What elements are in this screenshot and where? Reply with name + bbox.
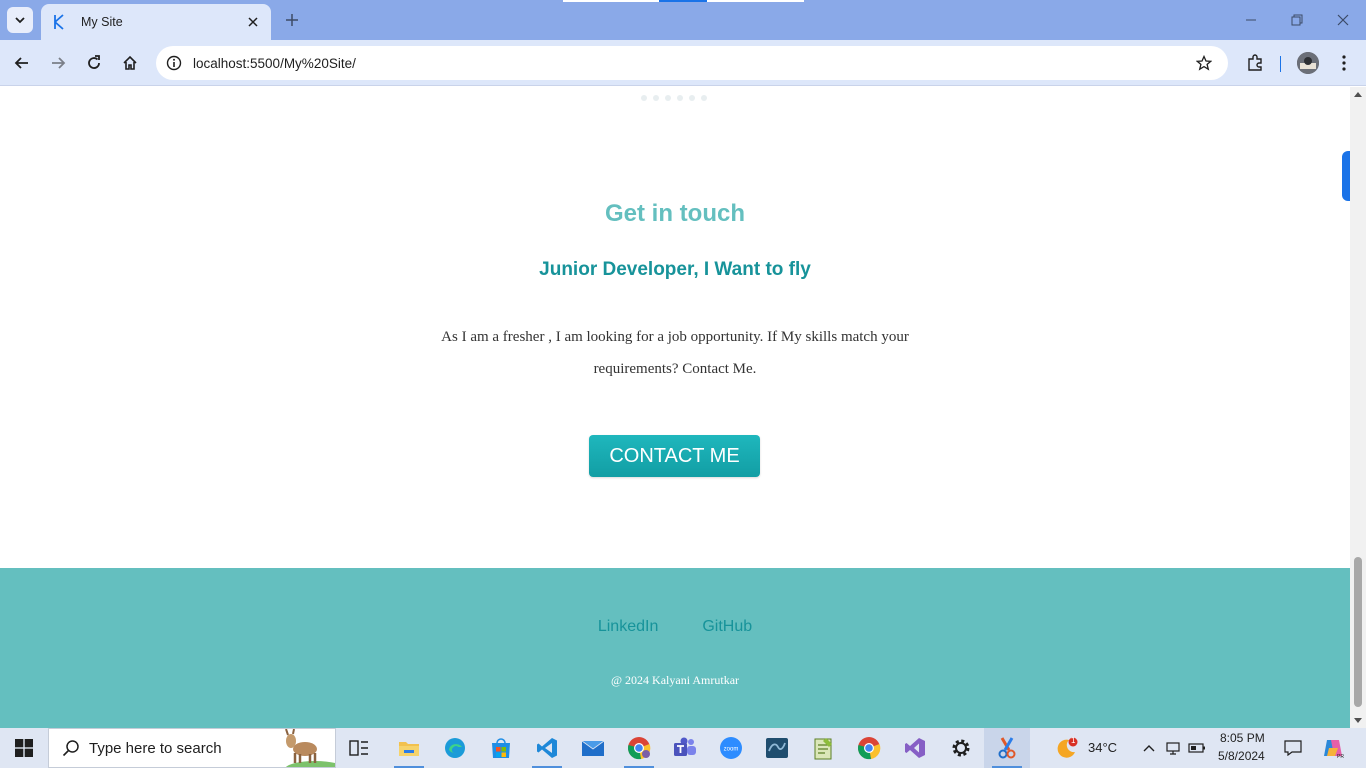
carousel-dot[interactable] <box>653 95 659 101</box>
tab-my-site[interactable]: My Site <box>41 4 271 40</box>
carousel-dot[interactable] <box>677 95 683 101</box>
contact-heading: Get in touch <box>605 200 745 227</box>
tab-search-button[interactable] <box>7 7 33 33</box>
copilot-icon[interactable]: PRE <box>1318 728 1348 768</box>
minimize-icon[interactable] <box>1241 10 1261 30</box>
chrome-profile-icon[interactable] <box>616 728 662 768</box>
temperature-text[interactable]: 34°C <box>1088 740 1117 755</box>
zoom-icon[interactable]: zoom <box>708 728 754 768</box>
footer: LinkedIn GitHub @ 2024 Kalyani Amrutkar <box>0 568 1350 728</box>
carousel-dot[interactable] <box>689 95 695 101</box>
profile-avatar[interactable] <box>1297 52 1319 74</box>
notifications-icon[interactable] <box>1280 728 1306 768</box>
close-window-icon[interactable] <box>1333 10 1353 30</box>
weather-badge-count: 1 <box>1071 736 1076 745</box>
toolbar-divider <box>1280 56 1281 72</box>
copyright-text: @ 2024 Kalyani Amrutkar <box>610 673 740 687</box>
battery-icon[interactable] <box>1186 728 1208 768</box>
new-tab-icon[interactable] <box>282 10 302 30</box>
carousel-dots <box>641 95 707 101</box>
snipping-tool-icon[interactable] <box>984 728 1030 768</box>
carousel-dot[interactable] <box>641 95 647 101</box>
tab-title: My Site <box>81 15 123 29</box>
taskbar-search-box[interactable]: Type here to search <box>48 728 345 772</box>
search-icon <box>61 738 81 758</box>
chrome-icon[interactable] <box>846 728 892 768</box>
drag-indicator-active <box>659 0 707 2</box>
task-view-icon[interactable] <box>336 728 382 768</box>
url-text: localhost:5500/My%20Site/ <box>193 55 356 71</box>
extensions-icon[interactable] <box>1243 51 1267 75</box>
scroll-thumb[interactable] <box>1354 557 1362 707</box>
side-panel-tab[interactable] <box>1342 151 1350 201</box>
site-favicon-icon <box>51 14 67 30</box>
footer-links: LinkedIn GitHub <box>0 618 1350 636</box>
show-hidden-icons-chevron-icon[interactable] <box>1140 728 1158 768</box>
weather-moon-icon[interactable]: 1 <box>1046 728 1086 768</box>
mail-icon[interactable] <box>570 728 616 768</box>
microsoft-store-icon[interactable] <box>478 728 524 768</box>
scroll-up-icon[interactable] <box>1354 92 1362 97</box>
search-highlight-donkey-icon <box>275 728 345 772</box>
github-link[interactable]: GitHub <box>702 618 752 636</box>
linkedin-link[interactable]: LinkedIn <box>598 618 659 636</box>
back-icon[interactable] <box>10 51 34 75</box>
menu-icon[interactable] <box>1332 51 1356 75</box>
restore-icon[interactable] <box>1287 10 1307 30</box>
clock-date[interactable]: 5/8/2024 <box>1218 749 1265 763</box>
site-info-icon[interactable] <box>165 54 183 72</box>
svg-text:PRE: PRE <box>1337 754 1344 759</box>
forward-icon[interactable] <box>46 51 70 75</box>
clock-time[interactable]: 8:05 PM <box>1220 731 1265 745</box>
network-icon[interactable] <box>1163 728 1183 768</box>
svg-text:zoom: zoom <box>724 747 739 753</box>
contact-me-button[interactable]: CONTACT ME <box>589 435 760 477</box>
windows-taskbar: Type here to search zoom 1 34°C 8:05 PM … <box>0 728 1366 772</box>
page-scrollbar[interactable] <box>1350 87 1366 728</box>
search-placeholder: Type here to search <box>89 739 222 757</box>
teams-icon[interactable] <box>662 728 708 768</box>
contact-subheading: Junior Developer, I Want to fly <box>539 259 811 280</box>
browser-toolbar: localhost:5500/My%20Site/ <box>0 40 1366 86</box>
contact-description: As I am a fresher , I am looking for a j… <box>441 329 909 377</box>
tab-strip: My Site <box>0 0 1366 40</box>
settings-gear-icon[interactable] <box>938 728 984 768</box>
carousel-dot[interactable] <box>701 95 707 101</box>
notepad-plus-plus-icon[interactable] <box>800 728 846 768</box>
address-bar[interactable]: localhost:5500/My%20Site/ <box>156 46 1228 80</box>
page-viewport: Get in touch Junior Developer, I Want to… <box>0 87 1350 728</box>
visual-studio-icon[interactable] <box>892 728 938 768</box>
scroll-down-icon[interactable] <box>1354 718 1362 723</box>
windows-start-icon[interactable] <box>0 728 48 768</box>
mysql-workbench-icon[interactable] <box>754 728 800 768</box>
close-tab-icon[interactable] <box>245 14 261 30</box>
bookmark-star-icon[interactable] <box>1194 53 1214 73</box>
chevron-down-icon <box>15 17 25 24</box>
carousel-dot[interactable] <box>665 95 671 101</box>
vscode-icon[interactable] <box>524 728 570 768</box>
edge-browser-icon[interactable] <box>432 728 478 768</box>
home-icon[interactable] <box>118 51 142 75</box>
reload-icon[interactable] <box>82 51 106 75</box>
file-explorer-icon[interactable] <box>386 728 432 768</box>
